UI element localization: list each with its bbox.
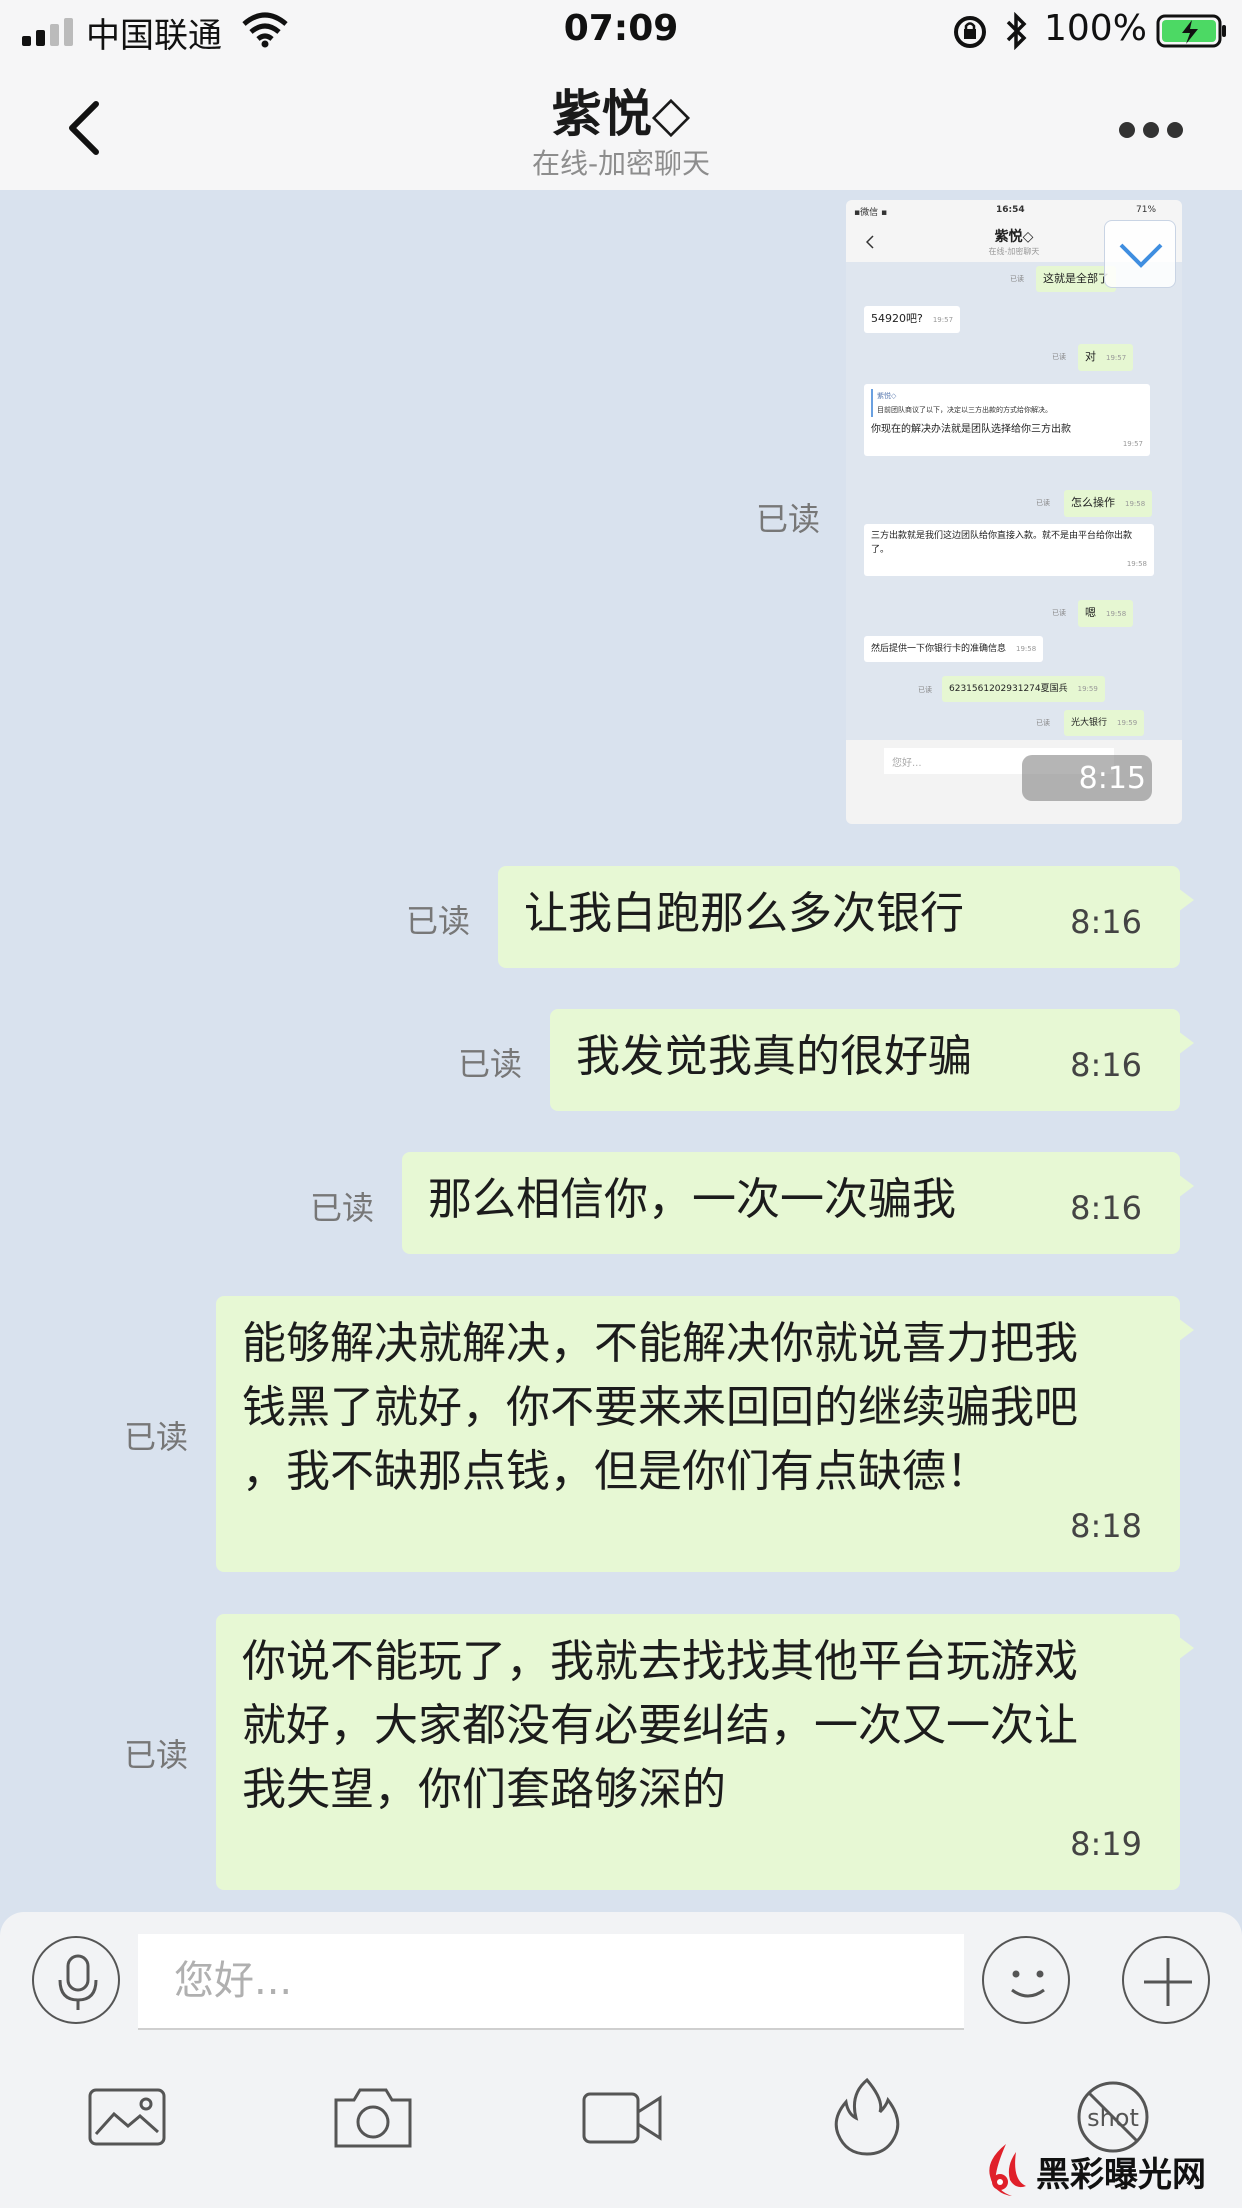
embedded-message-quoted: 紫悦◇ 目前团队商议了以下，决定以三方出款的方式给你解决。 你现在的解决办法就是…	[864, 384, 1150, 456]
embedded-message-in: 然后提供一下你银行卡的准确信息 19:58	[864, 636, 1044, 662]
image-timestamp: 8:15	[1022, 755, 1152, 801]
outgoing-message-bubble[interactable]: 能够解决就解决，不能解决你就说喜力把我 钱黑了就好，你不要来来回回的继续骗我吧 …	[216, 1296, 1194, 1572]
watermark-text: 黑彩曝光网	[1036, 2154, 1206, 2195]
outgoing-message-bubble[interactable]: 你说不能玩了，我就去找找其他平台玩游戏 就好，大家都没有必要纠结，一次又一次让 …	[216, 1614, 1194, 1890]
embedded-read-receipt: 已读	[1036, 499, 1050, 507]
scroll-down-button[interactable]	[1104, 220, 1176, 288]
embedded-carrier: ▪微信 ▪	[854, 208, 888, 218]
embedded-read-receipt: 已读	[1010, 275, 1024, 283]
embedded-message-out: 怎么操作 19:58	[1064, 490, 1153, 517]
embedded-message-out: 对 19:57	[1078, 344, 1134, 371]
embedded-clock: 16:54	[996, 205, 1025, 215]
image-icon	[88, 2088, 166, 2146]
message-text: 那么相信你，一次一次骗我	[428, 1174, 956, 1225]
embedded-message-out: 光大银行 19:59	[1064, 710, 1145, 736]
message-text: 能够解决就解决，不能解决你就说喜力把我 钱黑了就好，你不要来来回回的继续骗我吧 …	[242, 1318, 1078, 1497]
outgoing-message-bubble[interactable]: 我发觉我真的很好骗 8:16	[550, 1009, 1194, 1111]
message-time: 8:16	[1070, 1046, 1142, 1084]
add-attachment-button[interactable]	[1122, 1936, 1210, 2024]
chevron-down-icon	[1119, 243, 1163, 268]
embedded-battery: 71%	[1136, 205, 1157, 215]
read-receipt: 已读	[756, 500, 821, 538]
outgoing-message-bubble[interactable]: 让我白跑那么多次银行 8:16	[498, 866, 1194, 968]
voice-button[interactable]	[32, 1936, 120, 2024]
camera-button[interactable]	[328, 2072, 418, 2162]
video-button[interactable]	[576, 2072, 666, 2162]
microphone-icon	[58, 1954, 98, 2010]
embedded-read-receipt: 已读	[918, 686, 932, 694]
message-time: 8:18	[1070, 1507, 1142, 1545]
contact-name: 紫悦◇	[551, 85, 691, 143]
read-receipt: 已读	[124, 1418, 189, 1456]
chat-status: 在线-加密聊天	[531, 147, 711, 180]
rotation-lock-icon	[954, 16, 986, 48]
outgoing-message-bubble[interactable]: 那么相信你，一次一次骗我 8:16	[402, 1152, 1194, 1254]
screenshot-label: shot	[1087, 2104, 1139, 2132]
video-icon	[582, 2092, 662, 2144]
chat-header: 紫悦◇ 在线-加密聊天	[0, 62, 1242, 190]
watermark-logo	[989, 2144, 1026, 2196]
embedded-status-bar: ▪微信 ▪ 16:54 71%	[846, 200, 1182, 222]
message-time: 8:16	[1070, 1189, 1142, 1227]
message-time: 8:19	[1070, 1825, 1142, 1863]
read-receipt: 已读	[124, 1736, 189, 1774]
smiley-icon	[1011, 1970, 1045, 1998]
embedded-message-in: 54920吧? 19:57	[864, 306, 961, 333]
read-receipt: 已读	[458, 1045, 523, 1083]
embedded-read-receipt: 已读	[1052, 353, 1066, 361]
fire-icon	[834, 2077, 900, 2156]
gallery-button[interactable]	[82, 2072, 172, 2162]
bluetooth-icon	[1006, 12, 1027, 50]
emoji-button[interactable]	[982, 1936, 1070, 2024]
message-time: 8:16	[1070, 903, 1142, 941]
embedded-read-receipt: 已读	[1036, 719, 1050, 727]
read-receipt: 已读	[406, 902, 471, 940]
status-bar: 中国联通 07:09 100%	[0, 0, 1242, 62]
image-message-screenshot[interactable]: ▪微信 ▪ 16:54 71% 紫悦◇ 在线-加密聊天 已读 这就是全部了 54…	[846, 200, 1182, 824]
embedded-message-in: 三方出款就是我们这边团队给你直接入款。就不是由平台给你出款了。 19:58	[864, 524, 1154, 576]
read-receipt: 已读	[310, 1189, 375, 1227]
watermark: 黑彩曝光网	[976, 2140, 1206, 2202]
embedded-message-out: 6231561202931274夏国兵 19:59	[942, 676, 1105, 702]
camera-icon	[334, 2088, 412, 2148]
message-input[interactable]	[138, 1934, 964, 2030]
message-text: 让我白跑那么多次银行	[524, 888, 964, 939]
battery-charging-icon	[1156, 14, 1226, 48]
more-options-icon[interactable]	[1118, 118, 1184, 142]
burn-after-reading-button[interactable]	[822, 2072, 912, 2162]
plus-icon	[1144, 1958, 1192, 2006]
embedded-message-out: 嗯 19:58	[1078, 600, 1134, 627]
embedded-read-receipt: 已读	[1052, 609, 1066, 617]
message-text: 你说不能玩了，我就去找找其他平台玩游戏 就好，大家都没有必要纠结，一次又一次让 …	[242, 1636, 1078, 1815]
message-text: 我发觉我真的很好骗	[576, 1031, 972, 1082]
battery-percentage: 100%	[1044, 8, 1147, 49]
